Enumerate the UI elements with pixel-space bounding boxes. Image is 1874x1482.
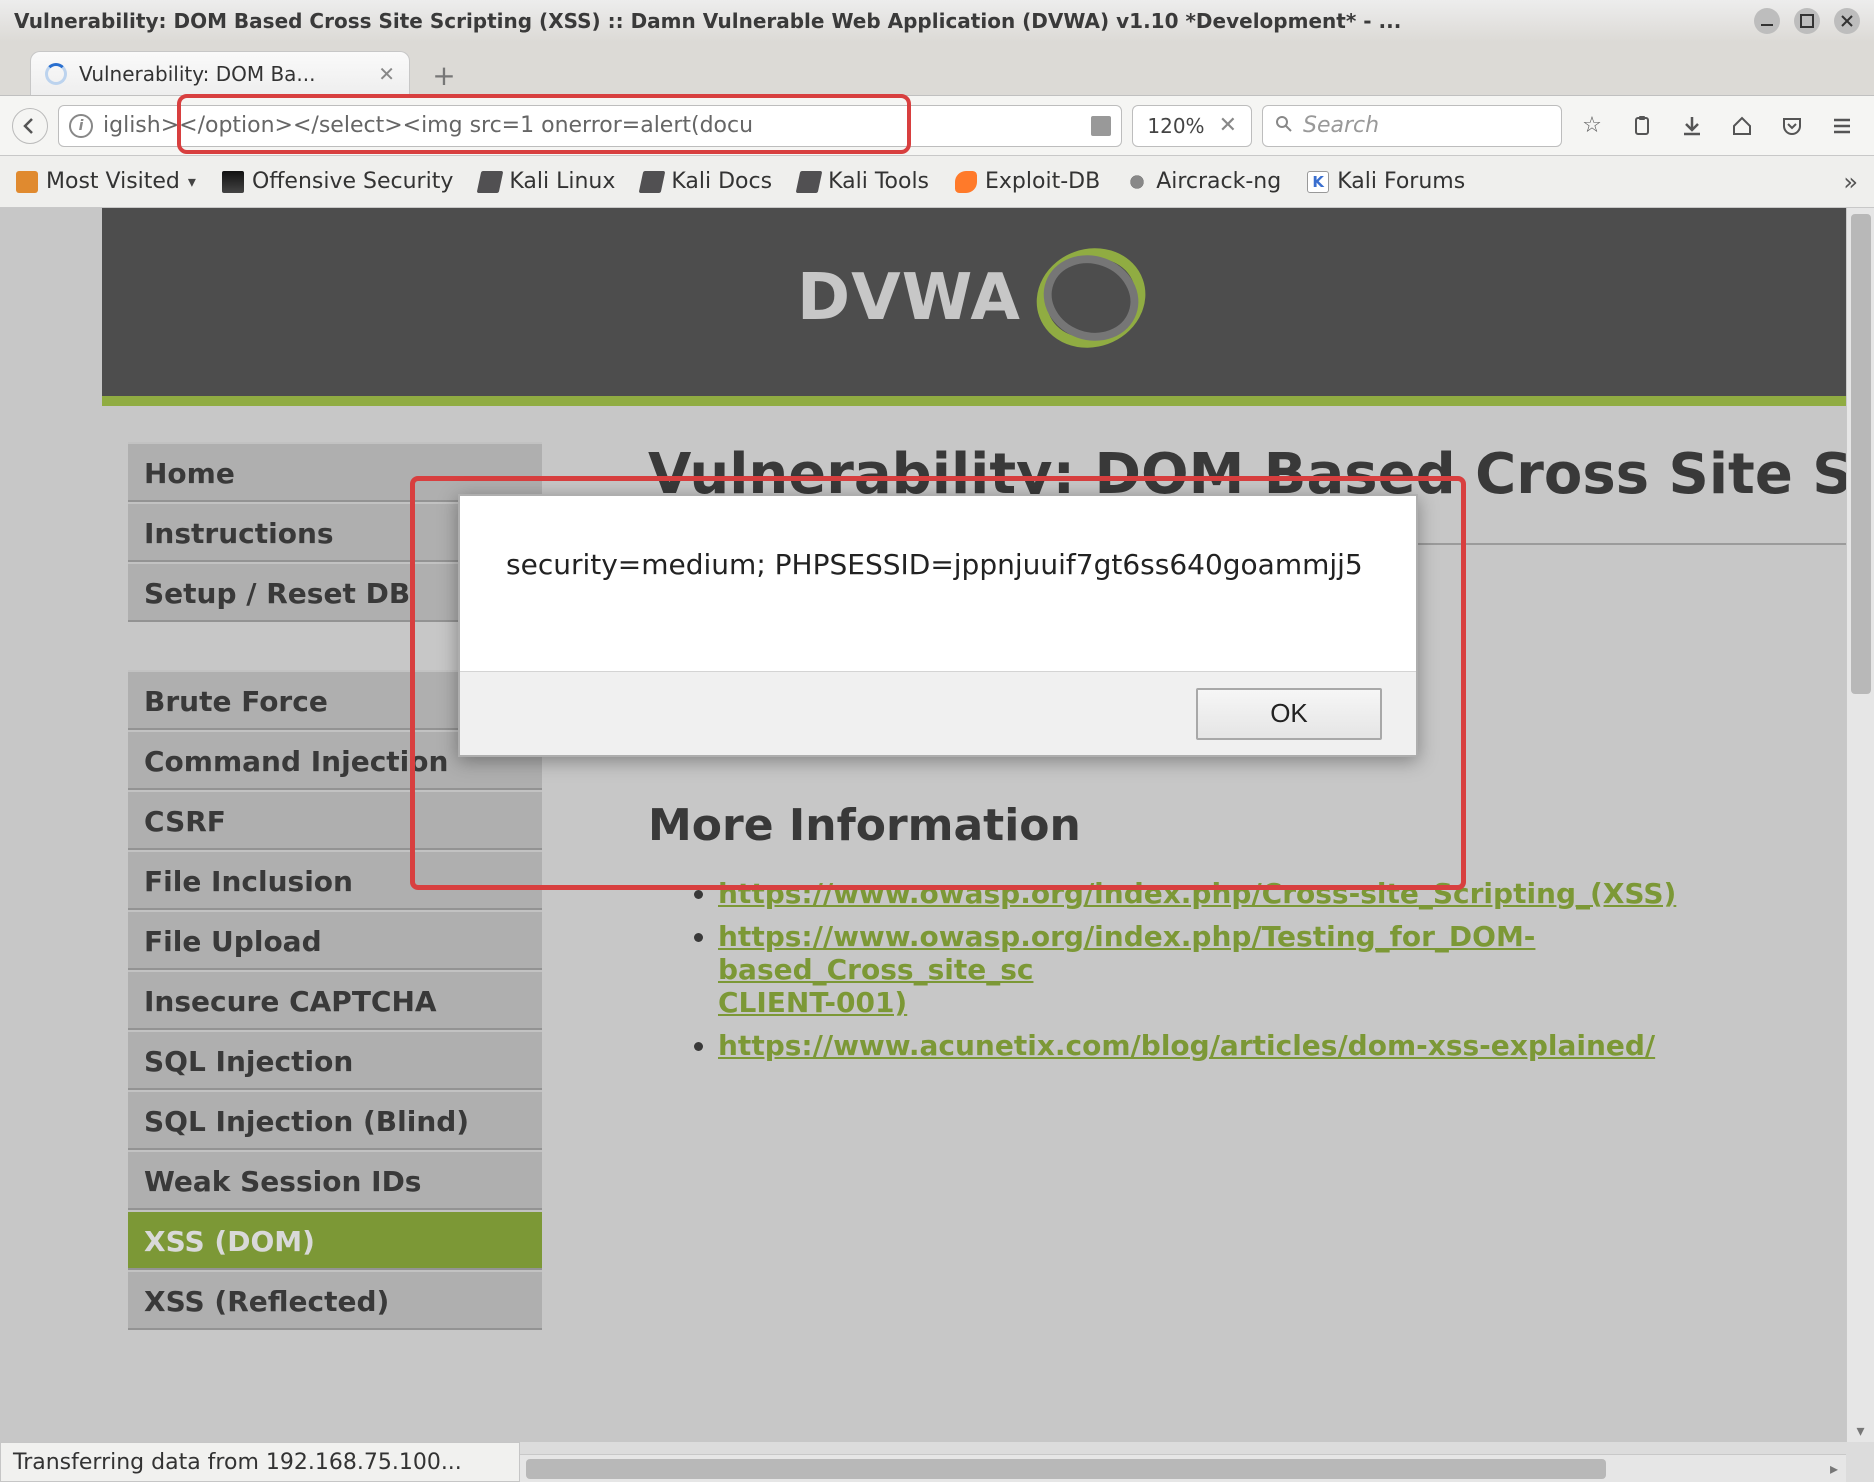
url-input[interactable]: i iglish></option></select><img src=1 on… — [58, 105, 1122, 147]
bookmark-aircrack-ng[interactable]: Aircrack-ng — [1126, 169, 1281, 194]
reader-mode-icon[interactable] — [1091, 116, 1111, 136]
nav-bar: i iglish></option></select><img src=1 on… — [0, 96, 1874, 156]
menu-icon[interactable] — [1822, 106, 1862, 146]
site-icon — [1307, 171, 1329, 193]
bookmark-kali-docs[interactable]: Kali Docs — [641, 169, 772, 194]
bookmark-most-visited[interactable]: Most Visited▾ — [16, 169, 196, 194]
site-icon — [477, 171, 504, 193]
site-icon — [1126, 171, 1148, 193]
browser-tab[interactable]: Vulnerability: DOM Ba... ✕ — [30, 51, 410, 95]
status-bar: Transferring data from 192.168.75.100... — [0, 1442, 520, 1482]
alert-button-row: OK — [460, 671, 1416, 755]
site-icon — [955, 171, 977, 193]
zoom-reset-icon[interactable]: ✕ — [1219, 113, 1237, 138]
site-info-icon[interactable]: i — [69, 114, 93, 138]
window-titlebar: Vulnerability: DOM Based Cross Site Scri… — [0, 0, 1874, 42]
clipboard-icon[interactable] — [1622, 106, 1662, 146]
search-icon — [1275, 114, 1293, 138]
tab-label: Vulnerability: DOM Ba... — [79, 62, 366, 86]
minimize-button[interactable] — [1754, 8, 1780, 34]
scroll-down-arrow[interactable]: ▾ — [1847, 1418, 1874, 1442]
page-content: DVWA HomeInstructionsSetup / Reset DB Br… — [0, 208, 1846, 1442]
zoom-indicator[interactable]: 120% ✕ — [1132, 105, 1252, 147]
close-button[interactable] — [1834, 8, 1860, 34]
search-placeholder: Search — [1303, 113, 1549, 138]
window-title: Vulnerability: DOM Based Cross Site Scri… — [14, 9, 1740, 33]
maximize-button[interactable] — [1794, 8, 1820, 34]
bookmark-kali-tools[interactable]: Kali Tools — [798, 169, 929, 194]
javascript-alert: security=medium; PHPSESSID=jppnjuuif7gt6… — [458, 494, 1418, 757]
zoom-level: 120% — [1147, 114, 1204, 138]
bookmark-exploit-db[interactable]: Exploit-DB — [955, 169, 1100, 194]
vertical-scrollbar[interactable]: ▾ — [1846, 208, 1874, 1442]
bookmarks-overflow-icon[interactable]: » — [1843, 168, 1858, 196]
bookmark-kali-linux[interactable]: Kali Linux — [479, 169, 615, 194]
pocket-icon[interactable] — [1772, 106, 1812, 146]
folder-icon — [16, 171, 38, 193]
loading-spinner-icon — [45, 63, 67, 85]
horizontal-scrollbar[interactable]: ▸ — [520, 1454, 1846, 1482]
modal-overlay — [0, 208, 1846, 1442]
site-icon — [796, 171, 823, 193]
alert-ok-button[interactable]: OK — [1196, 688, 1382, 740]
url-text: iglish></option></select><img src=1 oner… — [103, 113, 1081, 138]
viewport: DVWA HomeInstructionsSetup / Reset DB Br… — [0, 208, 1874, 1442]
bookmark-kali-forums[interactable]: Kali Forums — [1307, 169, 1465, 194]
tab-close-icon[interactable]: ✕ — [378, 62, 395, 86]
scroll-thumb[interactable] — [1851, 214, 1871, 694]
status-text: Transferring data from 192.168.75.100... — [13, 1450, 462, 1475]
scroll-right-arrow[interactable]: ▸ — [1822, 1455, 1846, 1482]
downloads-icon[interactable] — [1672, 106, 1712, 146]
bookmark-star-icon[interactable]: ☆ — [1572, 106, 1612, 146]
chevron-down-icon: ▾ — [188, 172, 196, 191]
scroll-thumb[interactable] — [526, 1459, 1606, 1479]
site-icon — [222, 171, 244, 193]
search-input[interactable]: Search — [1262, 105, 1562, 147]
bookmark-offensive-security[interactable]: Offensive Security — [222, 169, 453, 194]
alert-message: security=medium; PHPSESSID=jppnjuuif7gt6… — [460, 496, 1416, 671]
back-button[interactable] — [12, 108, 48, 144]
home-icon[interactable] — [1722, 106, 1762, 146]
bookmarks-bar: Most Visited▾ Offensive Security Kali Li… — [0, 156, 1874, 208]
new-tab-button[interactable]: + — [422, 55, 466, 95]
tab-strip: Vulnerability: DOM Ba... ✕ + — [0, 42, 1874, 96]
site-icon — [639, 171, 666, 193]
